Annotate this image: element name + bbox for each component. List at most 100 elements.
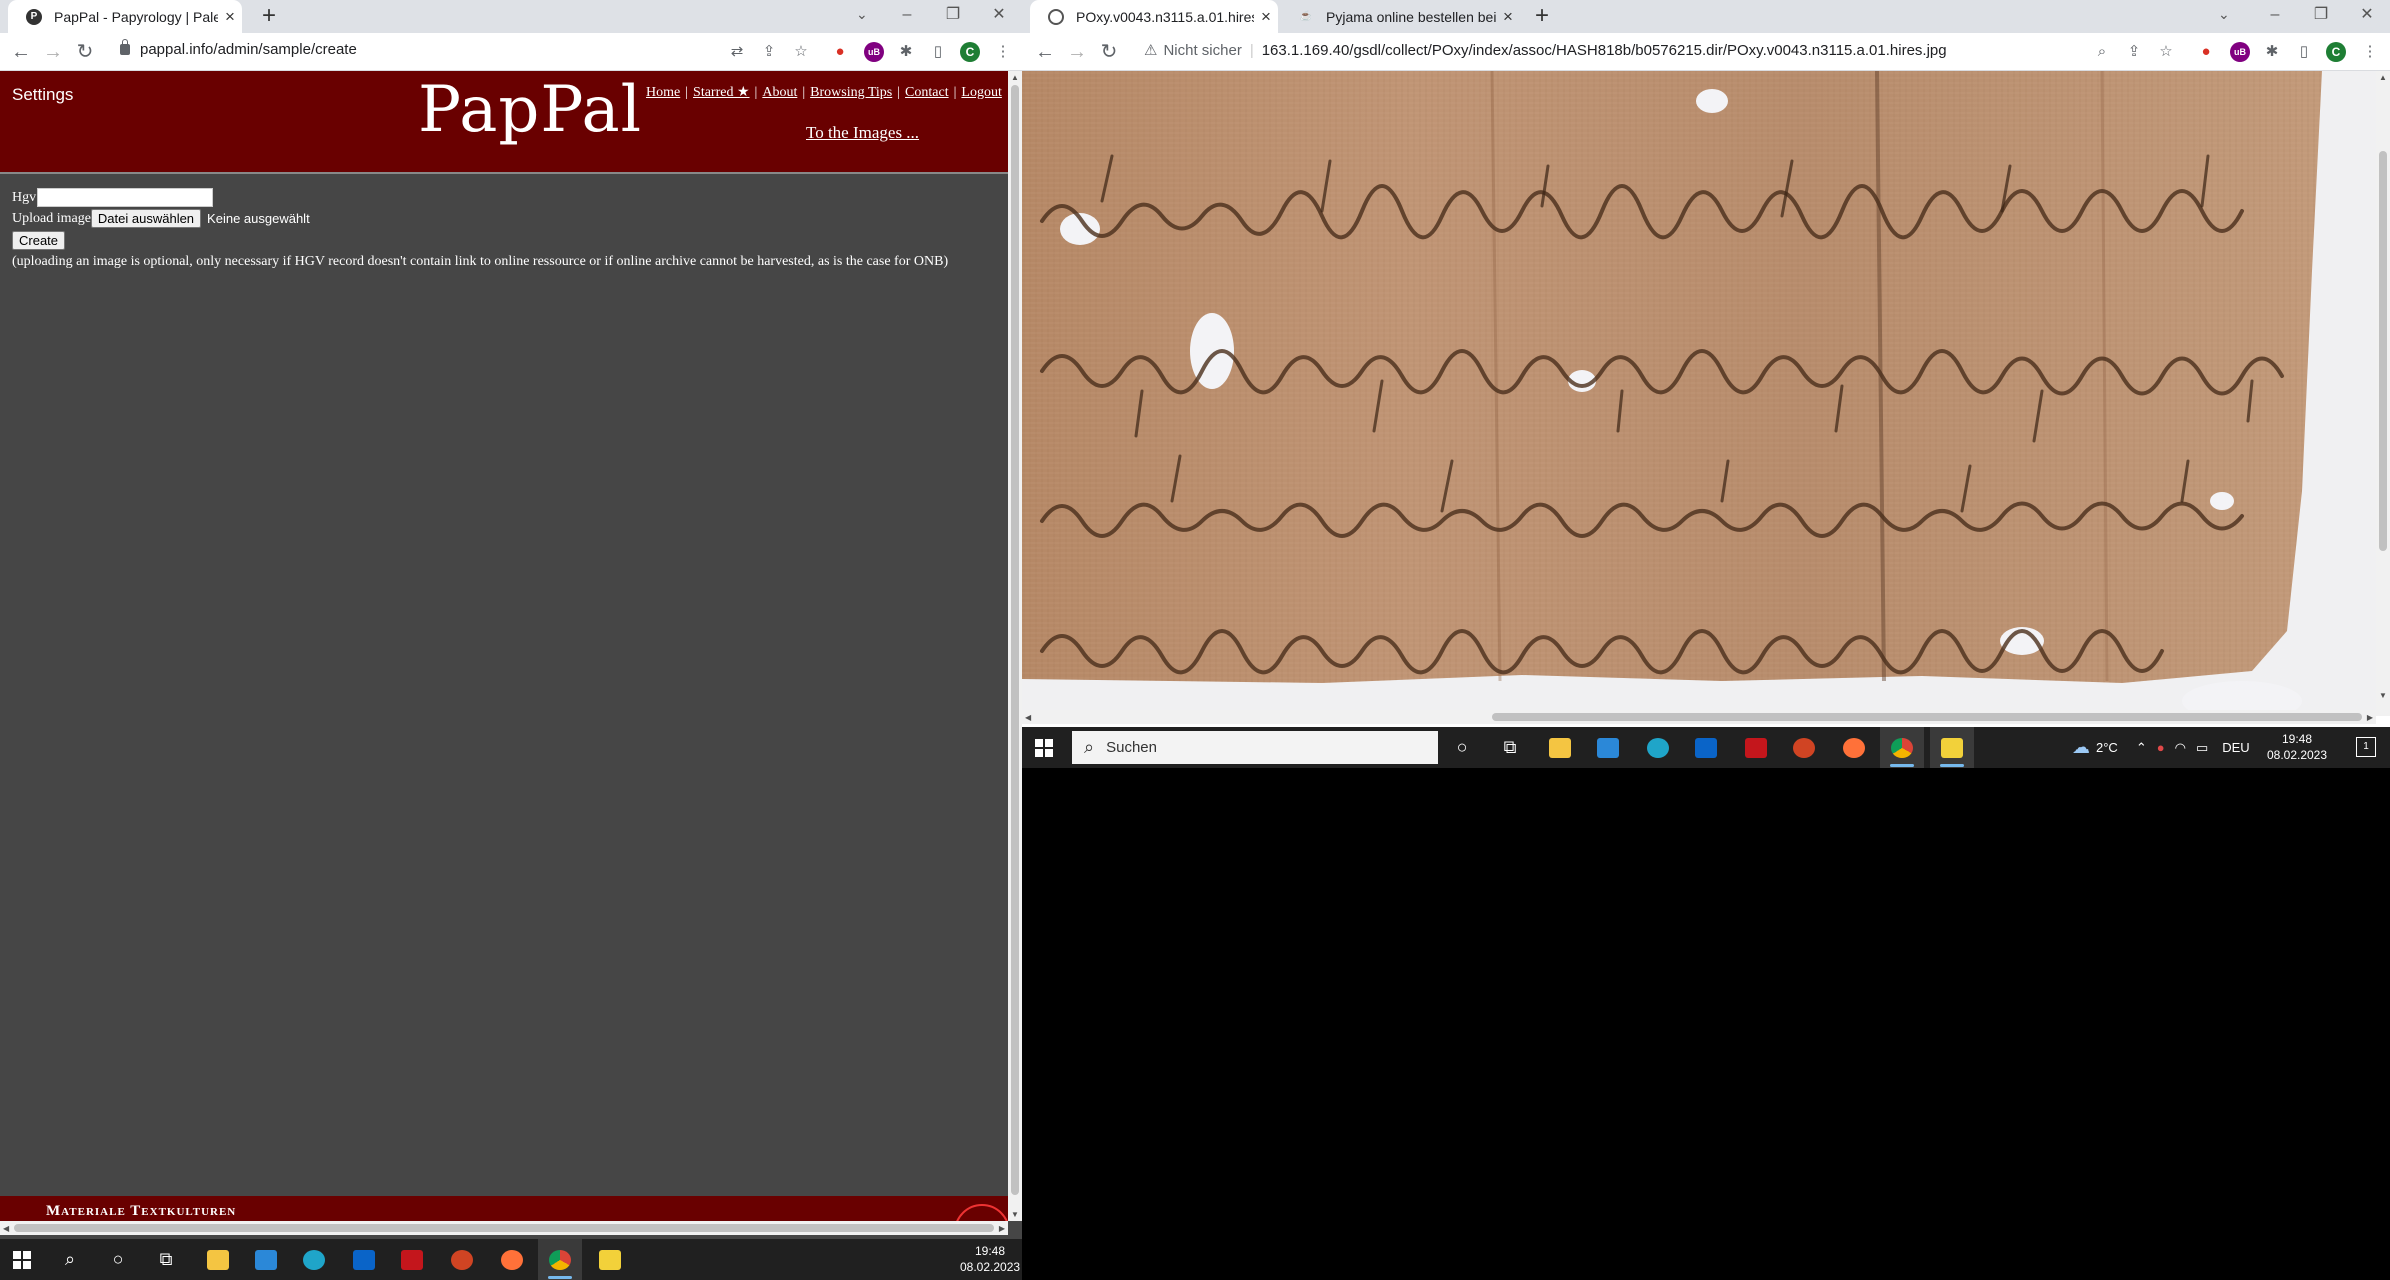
vertical-scrollbar[interactable]: ▲ ▼ — [1008, 71, 1022, 1221]
extensions-puzzle-icon[interactable]: ✱ — [896, 42, 916, 62]
taskbar-edge[interactable] — [292, 1239, 336, 1280]
create-button[interactable]: Create — [12, 230, 66, 250]
start-button[interactable] — [1022, 727, 1066, 768]
tab-poxy-image[interactable]: POxy.v0043.n3115.a.01.hires.jpg × — [1030, 0, 1278, 33]
profile-avatar[interactable]: C — [2326, 42, 2346, 62]
scrollbar-thumb[interactable] — [1011, 85, 1019, 1195]
menu-kebab-icon[interactable]: ⋮ — [993, 42, 1013, 62]
papyrus-image-viewer[interactable] — [1022, 71, 2376, 716]
nav-contact[interactable]: Contact — [905, 85, 949, 100]
scroll-right-icon[interactable]: ▶ — [999, 1224, 1005, 1233]
reload-icon[interactable]: ↻ — [1096, 39, 1122, 65]
taskbar-explorer[interactable] — [196, 1239, 240, 1280]
bookmark-star-icon[interactable]: ☆ — [2156, 42, 2176, 62]
extensions-puzzle-icon[interactable]: ✱ — [2262, 42, 2282, 62]
restore-icon[interactable]: ❐ — [2298, 0, 2344, 33]
battery-icon[interactable]: ▭ — [2196, 740, 2208, 756]
taskbar-sticky[interactable] — [588, 1239, 632, 1280]
horizontal-scrollbar[interactable]: ◀ ▶ — [0, 1221, 1008, 1235]
tab-search-icon[interactable]: ⌄ — [856, 6, 868, 23]
task-view-button[interactable]: ⧉ — [144, 1239, 188, 1280]
forward-icon[interactable]: → — [40, 39, 66, 65]
nav-home[interactable]: Home — [646, 85, 680, 100]
nav-starred[interactable]: Starred ★ — [693, 85, 749, 100]
taskbar-edge[interactable] — [1636, 727, 1680, 768]
zoom-icon[interactable]: ⌕ — [2092, 42, 2112, 62]
close-window-icon[interactable]: ✕ — [976, 0, 1022, 33]
tab-search-icon[interactable]: ⌄ — [2218, 6, 2230, 23]
address-bar[interactable]: ⚠ Nicht sicher | 163.1.169.40/gsdl/collect/… — [1144, 41, 1947, 59]
extension-ublock-icon[interactable]: uB — [864, 42, 884, 62]
scroll-left-icon[interactable]: ◀ — [3, 1224, 9, 1233]
horizontal-scrollbar[interactable]: ◀ ▶ — [1022, 710, 2376, 724]
weather-cloud-icon[interactable]: ☁ — [2072, 737, 2090, 758]
nav-browsing-tips[interactable]: Browsing Tips — [810, 85, 892, 100]
side-panel-icon[interactable]: ▯ — [928, 42, 948, 62]
settings-link[interactable]: Settings — [12, 85, 73, 105]
hgv-input[interactable] — [37, 188, 214, 207]
nav-about[interactable]: About — [762, 85, 797, 100]
bookmark-star-icon[interactable]: ☆ — [791, 42, 811, 62]
taskbar-powerpoint[interactable] — [440, 1239, 484, 1280]
taskbar-acrobat[interactable] — [390, 1239, 434, 1280]
to-images-link[interactable]: To the Images ... — [806, 123, 919, 143]
taskbar-firefox[interactable] — [490, 1239, 534, 1280]
taskbar-sticky[interactable] — [1930, 727, 1974, 768]
tab-tchibo[interactable]: ☕ Pyjama online bestellen bei Tchibo × — [1280, 0, 1520, 33]
close-tab-icon[interactable]: × — [1254, 7, 1278, 27]
site-logo[interactable]: PapPal — [418, 73, 642, 147]
minimize-icon[interactable]: – — [884, 0, 930, 33]
forward-icon[interactable]: → — [1064, 39, 1090, 65]
close-tab-icon[interactable]: × — [1496, 7, 1520, 27]
taskbar-clock[interactable]: 19:48 08.02.2023 — [2262, 731, 2332, 763]
close-window-icon[interactable]: ✕ — [2344, 0, 2390, 33]
notifications-icon[interactable]: 1 — [2356, 737, 2376, 757]
taskbar-acrobat[interactable] — [1734, 727, 1778, 768]
back-icon[interactable]: ← — [8, 39, 34, 65]
task-view-button[interactable]: ⧉ — [1488, 727, 1532, 768]
weather-temp[interactable]: 2°C — [2096, 740, 2118, 755]
nav-logout[interactable]: Logout — [961, 85, 1001, 100]
taskbar-firefox[interactable] — [1832, 727, 1876, 768]
share-icon[interactable]: ⇪ — [2124, 42, 2144, 62]
side-panel-icon[interactable]: ▯ — [2294, 42, 2314, 62]
scroll-up-icon[interactable]: ▲ — [2379, 73, 2387, 82]
taskbar-store[interactable] — [1586, 727, 1630, 768]
taskbar-powerpoint[interactable] — [1782, 727, 1826, 768]
profile-avatar[interactable]: C — [960, 42, 980, 62]
new-tab-button[interactable]: + — [254, 2, 284, 30]
taskbar-chrome[interactable] — [1880, 727, 1924, 768]
vertical-scrollbar[interactable]: ▲ ▼ — [2376, 71, 2390, 716]
start-button[interactable] — [0, 1239, 44, 1280]
share-icon[interactable]: ⇪ — [759, 42, 779, 62]
taskbar-clock[interactable]: 19:48 08.02.2023 — [960, 1243, 1020, 1275]
taskbar-mail[interactable] — [342, 1239, 386, 1280]
taskbar-search[interactable]: ⌕ Suchen — [1072, 731, 1438, 764]
scroll-right-icon[interactable]: ▶ — [2367, 713, 2373, 722]
choose-file-button[interactable]: Datei auswählen — [90, 209, 202, 228]
scroll-up-icon[interactable]: ▲ — [1011, 73, 1019, 82]
address-bar[interactable]: pappal.info/admin/sample/create — [120, 39, 357, 58]
scroll-left-icon[interactable]: ◀ — [1025, 713, 1031, 722]
extension-red-icon[interactable]: ● — [2196, 42, 2216, 62]
cortana-button[interactable]: ○ — [1440, 727, 1484, 768]
scroll-down-icon[interactable]: ▼ — [2379, 691, 2387, 700]
reload-icon[interactable]: ↻ — [72, 39, 98, 65]
menu-kebab-icon[interactable]: ⋮ — [2360, 42, 2380, 62]
taskbar-chrome[interactable] — [538, 1239, 582, 1280]
chevron-up-icon[interactable]: ⌃ — [2136, 740, 2147, 756]
wifi-icon[interactable]: ◠ — [2175, 740, 2186, 756]
minimize-icon[interactable]: – — [2252, 0, 2298, 33]
back-icon[interactable]: ← — [1032, 39, 1058, 65]
scroll-down-icon[interactable]: ▼ — [1011, 1210, 1019, 1219]
extension-ublock-icon[interactable]: uB — [2230, 42, 2250, 62]
taskbar-store[interactable] — [244, 1239, 288, 1280]
close-tab-icon[interactable]: × — [218, 7, 242, 27]
extension-red-icon[interactable]: ● — [830, 42, 850, 62]
new-tab-button[interactable]: + — [1527, 2, 1557, 30]
cortana-button[interactable]: ○ — [96, 1239, 140, 1280]
scrollbar-thumb[interactable] — [2379, 151, 2387, 551]
scrollbar-thumb[interactable] — [1492, 713, 2362, 721]
tab-pappal[interactable]: P PapPal - Papyrology | Paleography × — [8, 0, 242, 33]
language-indicator[interactable]: DEU — [2222, 740, 2249, 755]
